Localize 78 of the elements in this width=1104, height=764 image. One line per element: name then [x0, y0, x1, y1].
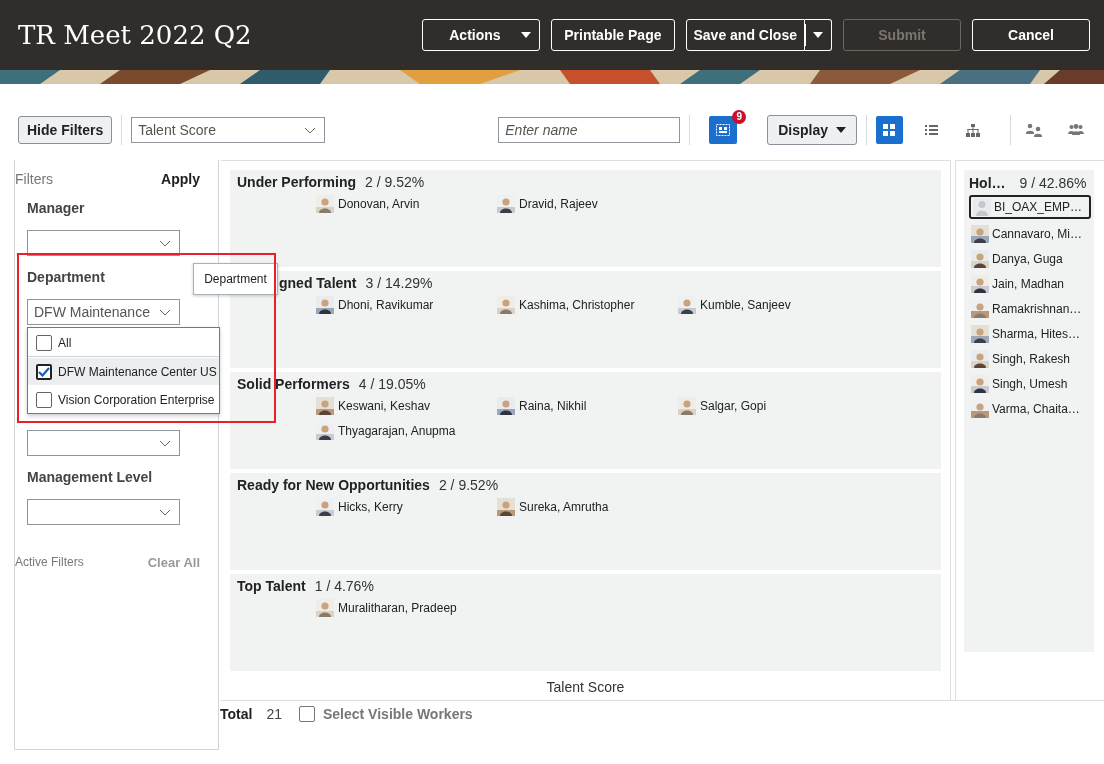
dropdown-option[interactable]: Vision Corporation Enterprise	[28, 385, 219, 413]
box-title: gned Talent	[279, 275, 357, 291]
hide-filters-button[interactable]: Hide Filters	[18, 116, 113, 144]
checkbox[interactable]	[36, 363, 52, 380]
worker-name[interactable]: Sureka, Amrutha	[519, 500, 609, 514]
worker-name[interactable]: Hicks, Kerry	[338, 500, 403, 514]
worker-item[interactable]: Ramakrishnan…	[969, 296, 1091, 321]
header-button[interactable]: Cancel	[972, 19, 1090, 51]
box-title: Under Performing	[237, 174, 356, 190]
checkbox[interactable]	[299, 706, 315, 722]
chevron-down-icon	[159, 439, 171, 447]
total-label: Total	[220, 706, 253, 722]
box-count: 3 / 14.29%	[365, 275, 433, 291]
checkbox[interactable]	[36, 334, 52, 351]
worker-item[interactable]: Sharma, Hites…	[969, 321, 1091, 346]
caret-icon	[836, 127, 847, 133]
caret-icon	[521, 32, 532, 38]
display-menu-button[interactable]: Display	[767, 115, 858, 145]
filter-select[interactable]	[27, 230, 180, 256]
filters-heading: Filters	[15, 171, 54, 187]
select-workers-icon[interactable]	[709, 116, 738, 144]
axis-label: Talent Score	[546, 679, 625, 695]
chevron-down-icon	[159, 508, 171, 516]
worker-item[interactable]: Singh, Umesh	[969, 371, 1091, 396]
worker-name[interactable]: Raina, Nikhil	[519, 399, 587, 413]
worker-name[interactable]: Kumble, Sanjeev	[700, 298, 791, 312]
dropdown-toggle-button[interactable]	[805, 19, 832, 51]
save-and-close-button[interactable]: Save and Close	[685, 19, 805, 51]
grid-icon	[883, 124, 896, 136]
filter-label: Management Level	[27, 469, 154, 486]
list-icon	[924, 125, 938, 135]
chevron-down-icon	[304, 126, 317, 134]
box-title: Hol…	[969, 175, 1006, 191]
worker-name[interactable]: Thyagarajan, Anupma	[338, 424, 456, 438]
hierarchy-icon	[966, 123, 981, 137]
worker-name[interactable]: Dhoni, Ravikumar	[338, 298, 434, 312]
box-count: 2 / 9.52%	[365, 174, 425, 190]
worker-name[interactable]: Muralitharan, Pradeep	[338, 601, 457, 615]
checkbox-label: Select Visible Workers	[323, 706, 473, 722]
worker-name[interactable]: Dravid, Rajeev	[519, 197, 598, 211]
header-button[interactable]: Printable Page	[551, 19, 675, 51]
worker-name[interactable]: Donovan, Arvin	[338, 197, 420, 211]
filter-select[interactable]: DFW Maintenance	[27, 299, 180, 325]
talent-score-select[interactable]: Talent Score	[131, 117, 326, 143]
actions-menu-button[interactable]: Actions	[422, 19, 541, 51]
worker-item[interactable]: Varma, Chaita…	[969, 396, 1091, 421]
caret-icon	[813, 32, 823, 38]
chevron-down-icon	[159, 308, 171, 316]
active-filters-heading: Active Filters	[15, 555, 84, 570]
worker-item[interactable]: Danya, Guga	[969, 246, 1091, 271]
apply-link[interactable]: Apply	[161, 171, 200, 187]
box-count: 2 / 9.52%	[438, 477, 499, 493]
tooltip: Department	[193, 263, 278, 295]
dropdown-option[interactable]: All	[28, 328, 219, 357]
worker-name[interactable]: Salgar, Gopi	[700, 399, 767, 413]
name-search-field[interactable]: Enter name	[498, 117, 681, 143]
total-count: 21	[266, 706, 282, 722]
box-count: 4 / 19.05%	[358, 376, 426, 392]
worker-name[interactable]: Keswani, Keshav	[338, 399, 431, 413]
box-title: Ready for New Opportunities	[237, 477, 430, 493]
filter-label: Manager	[27, 200, 86, 217]
dropdown-option[interactable]: DFW Maintenance Center US	[28, 357, 219, 385]
chevron-down-icon	[159, 239, 171, 247]
filter-select[interactable]	[27, 430, 180, 456]
filter-select[interactable]	[27, 499, 180, 525]
page-title: TR Meet 2022 Q2	[18, 20, 252, 50]
checkbox[interactable]	[36, 391, 52, 408]
worker-item[interactable]: BI_OAX_EMP…	[969, 195, 1091, 219]
worker-item[interactable]: Jain, Madhan	[969, 271, 1091, 296]
box-count: 9 / 42.86%	[1019, 175, 1087, 191]
worker-item[interactable]: Singh, Rakesh	[969, 346, 1091, 371]
box-count: 1 / 4.76%	[314, 578, 374, 594]
box-title: Top Talent	[237, 578, 306, 594]
box-title: Solid Performers	[237, 376, 350, 392]
grid-view-button[interactable]	[876, 116, 903, 144]
worker-item[interactable]: Cannavaro, Mi…	[969, 221, 1091, 246]
worker-name[interactable]: Kashima, Christopher	[519, 298, 635, 312]
count-badge: 9	[732, 110, 747, 124]
